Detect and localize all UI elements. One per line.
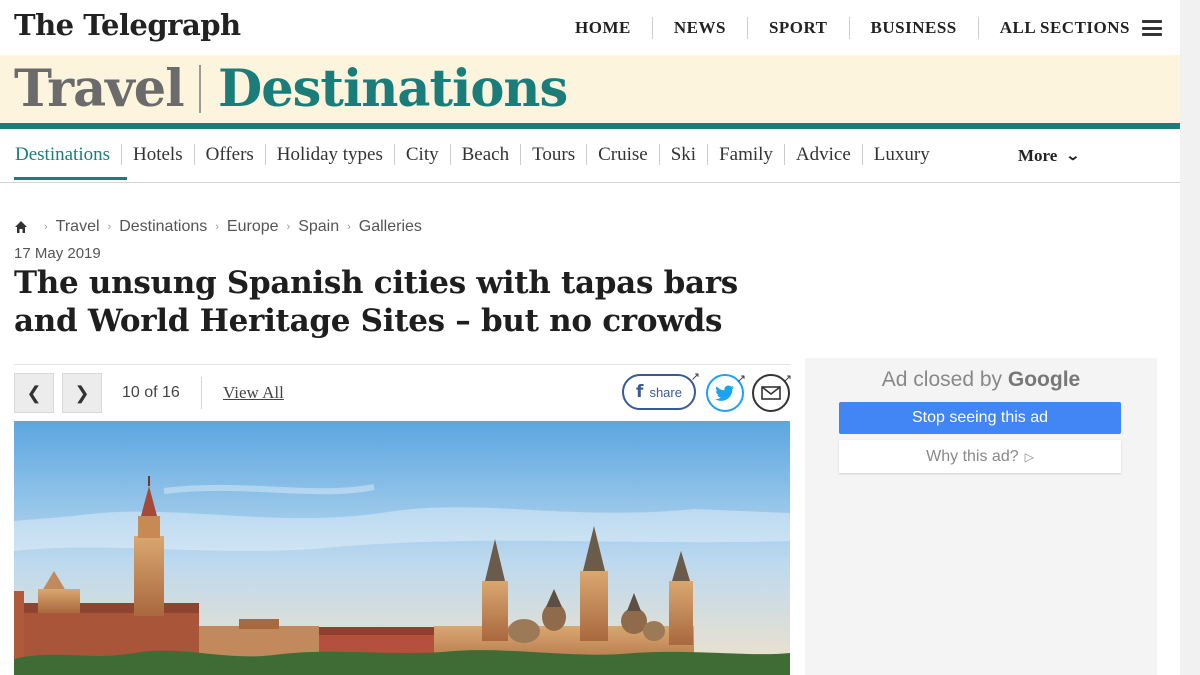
nav-home[interactable]: HOME (554, 17, 653, 39)
next-button[interactable]: ❯ (62, 373, 102, 413)
nav-sport[interactable]: SPORT (748, 17, 850, 39)
toolbar-divider (201, 377, 202, 409)
why-this-ad-label: Why this ad? (926, 447, 1019, 465)
email-share-button[interactable]: ↗ (752, 373, 792, 412)
stop-seeing-ad-button[interactable]: Stop seeing this ad (839, 402, 1121, 434)
subnav-cruise[interactable]: Cruise (587, 144, 660, 165)
why-this-ad-button[interactable]: Why this ad? ▷ (839, 440, 1121, 473)
subnav-family[interactable]: Family (708, 144, 785, 165)
external-link-icon: ↗ (736, 373, 746, 385)
facebook-share-button[interactable]: f share ↗ (622, 371, 700, 410)
breadcrumb-spain[interactable]: Spain (298, 218, 339, 236)
breadcrumb-separator: › (215, 221, 219, 233)
play-triangle-icon: ▷ (1024, 449, 1034, 464)
subnav-city[interactable]: City (395, 144, 451, 165)
breadcrumb-galleries[interactable]: Galleries (359, 218, 422, 236)
subnav-tours[interactable]: Tours (521, 144, 588, 165)
share-label: share (649, 384, 682, 400)
breadcrumb: › Travel › Destinations › Europe › Spain… (14, 218, 422, 236)
section-banner: Travel Destinations (0, 55, 1180, 123)
subnav-offers[interactable]: Offers (195, 144, 266, 165)
subnav-ski[interactable]: Ski (660, 144, 709, 165)
breadcrumb-separator: › (107, 221, 112, 233)
twitter-icon (715, 385, 734, 401)
scrollbar-track[interactable] (1180, 0, 1200, 675)
breadcrumb-separator: › (44, 221, 48, 233)
more-menu-button[interactable]: More ⌄ (1018, 146, 1081, 166)
top-bar: The Telegraph HOME NEWS SPORT BUSINESS A… (0, 0, 1180, 55)
external-link-icon: ↗ (690, 371, 700, 383)
active-tab-indicator (14, 177, 127, 180)
gallery-toolbar: ❮ ❯ 10 of 16 View All f share ↗ ↗ ↗ (14, 364, 792, 420)
subnav-beach[interactable]: Beach (451, 144, 522, 165)
subnav-hotels[interactable]: Hotels (122, 144, 195, 165)
facebook-icon: f (636, 382, 644, 402)
zaragoza-skyline-image (14, 421, 790, 675)
breadcrumb-separator: › (286, 221, 291, 233)
gallery-counter: 10 of 16 (122, 384, 180, 401)
subnav-holiday-types[interactable]: Holiday types (266, 144, 395, 165)
google-brand: Google (1007, 368, 1081, 391)
view-all-link[interactable]: View All (223, 383, 284, 403)
article-date: 17 May 2019 (14, 245, 101, 262)
subnav-luxury[interactable]: Luxury (863, 144, 941, 165)
previous-button[interactable]: ❮ (14, 373, 54, 413)
sub-nav: Destinations Hotels Offers Holiday types… (0, 129, 1180, 183)
main-nav: HOME NEWS SPORT BUSINESS ALL SECTIONS (554, 17, 1162, 39)
external-link-icon: ↗ (782, 373, 792, 385)
ad-closed-message: Ad closed by Google (805, 368, 1157, 392)
section-title-destinations[interactable]: Destinations (218, 59, 568, 119)
article-headline: The unsung Spanish cities with tapas bar… (14, 265, 738, 339)
telegraph-logo[interactable]: The Telegraph (14, 8, 241, 42)
subnav-destinations[interactable]: Destinations (14, 144, 122, 165)
chevron-left-icon: ❮ (26, 382, 42, 403)
chevron-down-icon: ⌄ (1065, 148, 1081, 164)
breadcrumb-separator: › (347, 221, 351, 233)
nav-news[interactable]: NEWS (653, 17, 748, 39)
home-icon[interactable] (14, 220, 28, 234)
section-divider (199, 65, 201, 113)
section-title-travel[interactable]: Travel (14, 59, 185, 119)
ad-panel: Ad closed by Google Stop seeing this ad … (805, 358, 1157, 675)
gallery-image[interactable] (14, 421, 790, 675)
chevron-right-icon: ❯ (74, 382, 90, 403)
twitter-share-button[interactable]: ↗ (706, 373, 746, 412)
breadcrumb-europe[interactable]: Europe (227, 218, 279, 236)
nav-all-sections[interactable]: ALL SECTIONS (979, 17, 1142, 39)
hamburger-icon[interactable] (1142, 20, 1162, 36)
envelope-icon (761, 386, 781, 400)
ad-closed-text: Ad closed by (881, 368, 1003, 391)
nav-business[interactable]: BUSINESS (850, 17, 979, 39)
more-label: More (1018, 146, 1058, 165)
breadcrumb-travel[interactable]: Travel (56, 218, 100, 236)
breadcrumb-destinations[interactable]: Destinations (119, 218, 207, 236)
subnav-advice[interactable]: Advice (785, 144, 863, 165)
